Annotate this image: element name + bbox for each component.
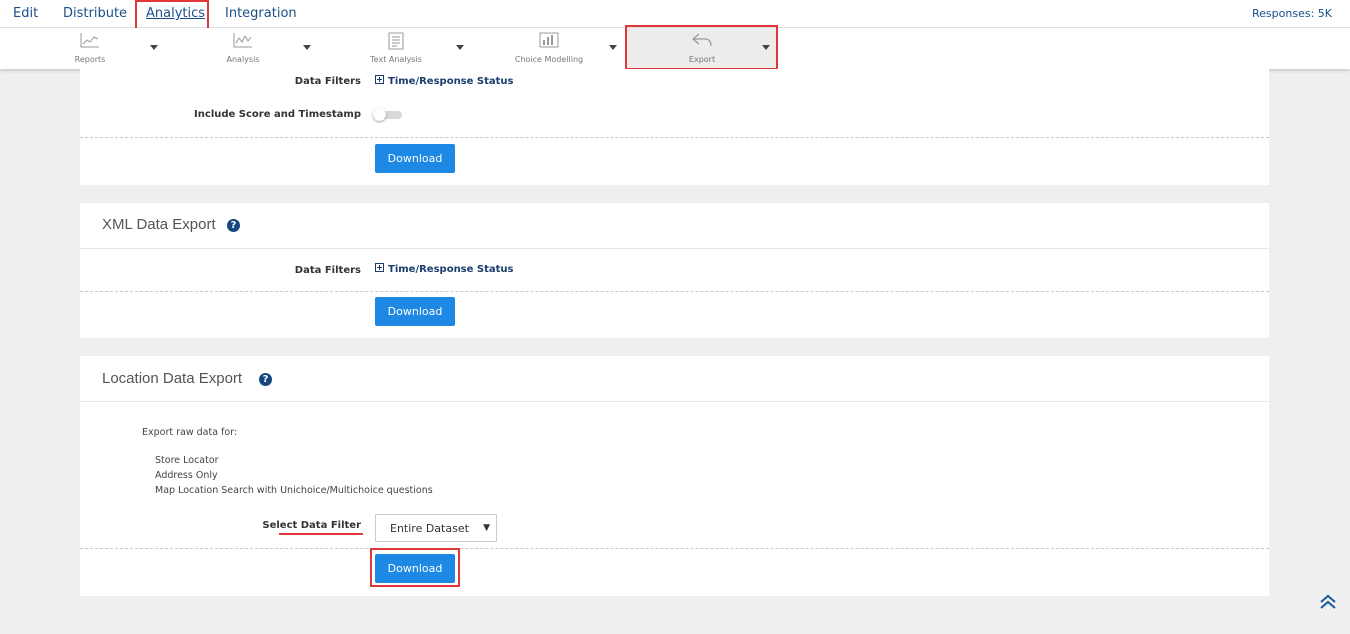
label-highlight-underline xyxy=(279,533,363,535)
analytics-toolbar: Reports Analysis Text Analysis Choice Mo… xyxy=(0,25,1350,70)
analysis-chart-icon xyxy=(233,32,253,52)
include-score-toggle[interactable] xyxy=(373,108,402,121)
toggle-knob xyxy=(373,108,386,121)
help-icon[interactable]: ? xyxy=(259,373,272,386)
choice-modelling-icon xyxy=(539,32,559,52)
chevron-down-icon: ▼ xyxy=(483,523,490,533)
download-highlight-box xyxy=(370,548,460,587)
divider xyxy=(80,401,1269,402)
choice-modelling-dropdown-caret[interactable] xyxy=(609,45,617,50)
filter-link-text: Time/Response Status xyxy=(388,76,514,87)
scroll-to-top-icon[interactable] xyxy=(1319,594,1337,614)
divider xyxy=(80,548,1269,549)
toolbar-analysis[interactable]: Analysis xyxy=(213,28,273,69)
data-filter-select[interactable]: Entire Dataset ▼ xyxy=(375,514,497,542)
nav-tab-integration[interactable]: Integration xyxy=(225,0,297,27)
select-data-filter-label: Select Data Filter xyxy=(262,520,361,531)
export-raw-data-intro: Export raw data for: xyxy=(142,427,238,438)
analysis-dropdown-caret[interactable] xyxy=(303,45,311,50)
list-item: Map Location Search with Unichoice/Multi… xyxy=(155,485,433,496)
download-button[interactable]: Download xyxy=(375,297,455,326)
data-filters-label: Data Filters xyxy=(294,76,361,87)
export-highlight-box xyxy=(625,25,778,70)
toolbar-text-analysis-label: Text Analysis xyxy=(370,55,422,64)
expand-plus-icon xyxy=(375,263,384,272)
xml-export-title: XML Data Export xyxy=(102,216,216,233)
analytics-highlight-box xyxy=(135,0,209,30)
toolbar-reports[interactable]: Reports xyxy=(60,28,120,69)
export-card-top: Data Filters Time/Response Status Includ… xyxy=(80,69,1269,185)
toolbar-text-analysis[interactable]: Text Analysis xyxy=(360,28,432,69)
toolbar-choice-modelling[interactable]: Choice Modelling xyxy=(508,28,590,69)
list-item: Store Locator xyxy=(155,455,219,466)
expand-plus-icon xyxy=(375,75,384,84)
text-analysis-dropdown-caret[interactable] xyxy=(456,45,464,50)
time-response-status-filter[interactable]: Time/Response Status xyxy=(375,263,513,275)
responses-count: Responses: 5K xyxy=(1252,7,1332,20)
reports-dropdown-caret[interactable] xyxy=(150,45,158,50)
include-score-label: Include Score and Timestamp xyxy=(194,109,361,120)
filter-link-text: Time/Response Status xyxy=(388,264,514,275)
divider xyxy=(80,291,1269,292)
toolbar-reports-label: Reports xyxy=(74,55,106,64)
time-response-status-filter[interactable]: Time/Response Status xyxy=(375,75,513,87)
nav-tab-edit[interactable]: Edit xyxy=(13,0,38,27)
help-icon[interactable]: ? xyxy=(227,219,240,232)
nav-tab-distribute[interactable]: Distribute xyxy=(63,0,127,27)
data-filters-label: Data Filters xyxy=(294,265,361,276)
divider xyxy=(80,248,1269,249)
download-button[interactable]: Download xyxy=(375,144,455,173)
divider xyxy=(80,137,1269,138)
reports-line-chart-icon xyxy=(80,32,100,52)
xml-export-card: XML Data Export ? Data Filters Time/Resp… xyxy=(80,203,1269,338)
toolbar-choice-modelling-label: Choice Modelling xyxy=(514,55,584,64)
location-export-card: Location Data Export ? Export raw data f… xyxy=(80,356,1269,596)
top-navigation: Edit Distribute Analytics Integration Re… xyxy=(0,0,1350,30)
toolbar-analysis-label: Analysis xyxy=(226,55,260,64)
text-analysis-icon xyxy=(388,32,404,54)
list-item: Address Only xyxy=(155,470,218,481)
location-export-title: Location Data Export xyxy=(102,370,243,387)
select-value: Entire Dataset xyxy=(390,522,469,535)
